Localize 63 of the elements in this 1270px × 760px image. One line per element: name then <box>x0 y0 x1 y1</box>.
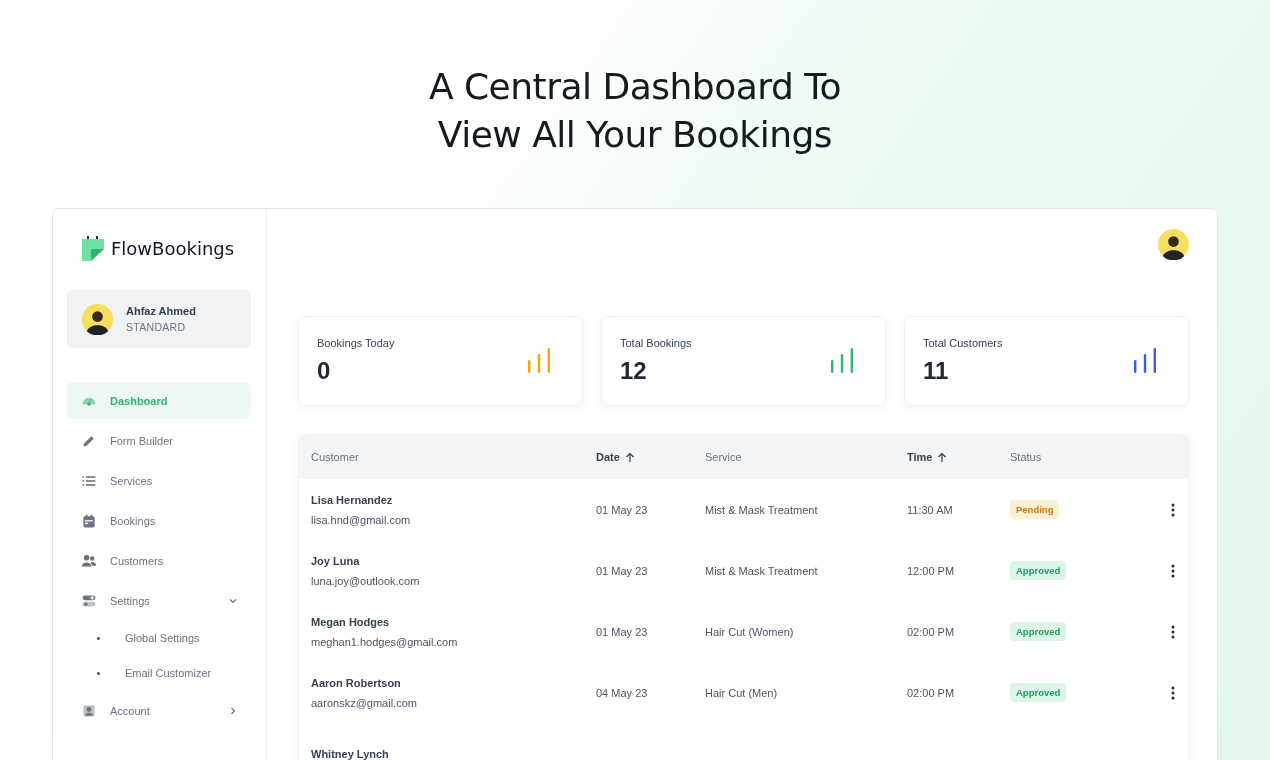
time-cell: 12:00 PM <box>907 564 955 577</box>
user-plan: STANDARD <box>126 321 187 333</box>
logo-icon <box>82 236 104 261</box>
nav-item[interactable]: Customers <box>67 542 251 579</box>
stat-value: 11 <box>923 357 950 385</box>
stat-label: Total Customers <box>923 337 1003 349</box>
headline: A Central Dashboard To <box>427 65 843 109</box>
service-cell: Mist & Mask Treatment <box>705 564 818 577</box>
avatar <box>82 303 113 335</box>
time-cell: 11:30 AM <box>907 503 953 516</box>
column-header[interactable]: Time <box>907 451 933 463</box>
customer-name: Aaron Robertson <box>311 676 402 689</box>
service-cell: Mist & Mask Treatment <box>705 503 818 516</box>
user-card[interactable]: Ahfaz Ahmed STANDARD <box>67 290 251 348</box>
more-icon[interactable] <box>1171 502 1175 517</box>
stat-value: 0 <box>317 357 332 385</box>
stat-value: 12 <box>620 357 648 385</box>
column-header[interactable]: Service <box>705 451 742 463</box>
nav-subitem[interactable]: Email Customizer <box>67 657 251 689</box>
service-cell: Hair Cut (Men) <box>705 686 778 699</box>
nav-item[interactable]: Services <box>67 462 251 499</box>
nav-subitem[interactable]: Global Settings <box>67 622 251 654</box>
status-badge: Approved <box>1010 622 1067 641</box>
service-cell: Hair Cut (Women) <box>705 625 794 638</box>
customer-email: meghan1.hodges@gmail.com <box>311 635 459 648</box>
more-icon[interactable] <box>1171 624 1175 639</box>
nav-item[interactable]: Bookings <box>67 502 251 539</box>
user-icon <box>81 702 97 719</box>
logo-text: FlowBookings <box>111 238 235 259</box>
customer-email: aaronskz@gmail.com <box>311 696 418 709</box>
customer-name: Lisa Hernandez <box>311 493 394 506</box>
more-icon[interactable] <box>1171 685 1175 700</box>
status-badge: Pending <box>1010 500 1060 519</box>
column-header[interactable]: Customer <box>311 451 359 463</box>
customer-email: luna.joy@outlook.com <box>311 574 421 587</box>
headline: View All Your Bookings <box>436 113 834 157</box>
user-name: Ahfaz Ahmed <box>126 305 196 317</box>
column-header[interactable]: Status <box>1010 451 1042 463</box>
customer-name: Whitney Lynch <box>311 747 390 760</box>
sort-arrow-icon[interactable] <box>937 451 948 463</box>
stat-label: Total Bookings <box>620 337 692 349</box>
column-header[interactable]: Date <box>596 451 620 463</box>
toggle-icon <box>81 592 97 609</box>
calendar-icon <box>81 512 97 529</box>
date-cell: 01 May 23 <box>596 503 648 516</box>
customer-name: Joy Luna <box>311 554 361 567</box>
customer-name: Megan Hodges <box>311 615 391 628</box>
status-badge: Approved <box>1010 683 1067 702</box>
customer-email: lisa.hnd@gmail.com <box>311 513 412 526</box>
time-cell: 02:00 PM <box>907 625 955 638</box>
nav-item[interactable]: Account <box>67 692 251 729</box>
avatar <box>1158 229 1189 260</box>
date-cell: 01 May 23 <box>596 625 648 638</box>
nav-item[interactable]: Form Builder <box>67 422 251 459</box>
date-cell: 01 May 23 <box>596 564 648 577</box>
stat-label: Bookings Today <box>317 337 395 349</box>
status-badge: Approved <box>1010 561 1067 580</box>
more-icon[interactable] <box>1171 563 1175 578</box>
sort-arrow-icon[interactable] <box>624 451 635 463</box>
time-cell: 02:00 PM <box>907 686 955 699</box>
users-icon <box>81 552 97 569</box>
nav-item[interactable]: Settings <box>67 582 251 619</box>
date-cell: 04 May 23 <box>596 686 648 699</box>
